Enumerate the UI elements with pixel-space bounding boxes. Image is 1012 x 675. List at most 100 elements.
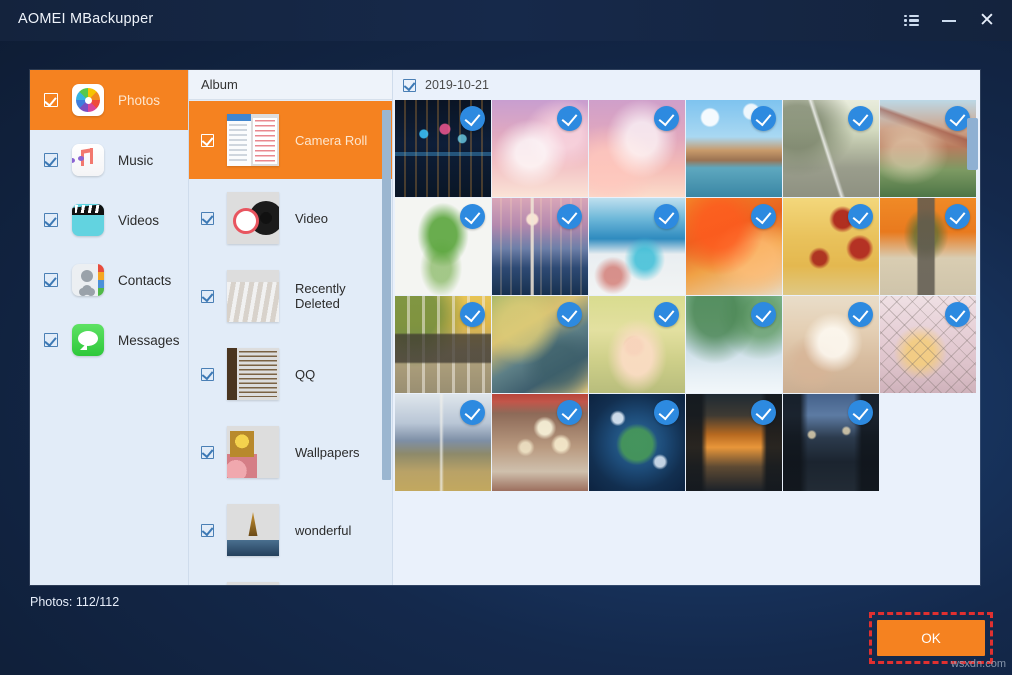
ok-button[interactable]: OK <box>877 620 985 656</box>
album-item-camera-roll[interactable]: Camera Roll <box>189 101 392 179</box>
sidebar-item-music[interactable]: Music <box>30 130 188 190</box>
photo-thumbnail[interactable] <box>395 198 491 295</box>
photo-grid-panel: 2019-10-21 <box>392 70 980 585</box>
photo-checkmark[interactable] <box>848 302 873 327</box>
album-thumbnail <box>227 426 279 478</box>
album-item-partial[interactable] <box>189 569 392 585</box>
close-icon[interactable]: ✕ <box>968 0 1006 41</box>
photo-thumbnail[interactable] <box>783 394 879 491</box>
title-bar: AOMEI MBackupper ✕ <box>0 0 1012 41</box>
checkbox-video[interactable] <box>201 212 214 225</box>
photo-thumbnail[interactable] <box>395 296 491 393</box>
checkbox-photos[interactable] <box>44 93 58 107</box>
photo-checkmark[interactable] <box>945 204 970 229</box>
album-item-label: Video <box>295 211 328 226</box>
window-controls: ✕ <box>892 0 1006 41</box>
album-item-qq[interactable]: QQ <box>189 335 392 413</box>
checkbox-qq[interactable] <box>201 368 214 381</box>
photo-thumbnail[interactable] <box>492 100 588 197</box>
photo-checkmark[interactable] <box>460 204 485 229</box>
album-thumbnail <box>227 192 279 244</box>
album-column: Album Camera Roll Video Recently Deleted <box>188 70 392 585</box>
photo-thumbnail[interactable] <box>589 198 685 295</box>
photo-checkmark[interactable] <box>557 302 582 327</box>
album-item-wonderful[interactable]: wonderful <box>189 491 392 569</box>
watermark: wsxdn.com <box>951 658 1006 670</box>
photo-thumbnail[interactable] <box>880 198 976 295</box>
checkbox-music[interactable] <box>44 153 58 167</box>
photo-checkmark[interactable] <box>460 302 485 327</box>
checkbox-videos[interactable] <box>44 213 58 227</box>
album-item-video[interactable]: Video <box>189 179 392 257</box>
photo-checkmark[interactable] <box>654 400 679 425</box>
list-view-icon[interactable] <box>892 0 930 41</box>
album-thumbnail <box>227 504 279 556</box>
album-header: Album <box>189 70 392 100</box>
minimize-icon[interactable] <box>930 0 968 41</box>
photo-thumbnail[interactable] <box>686 394 782 491</box>
sidebar-item-label: Messages <box>118 333 180 348</box>
photo-thumbnail[interactable] <box>492 296 588 393</box>
photo-thumbnail[interactable] <box>589 296 685 393</box>
minimize-glyph <box>942 20 956 22</box>
photo-checkmark[interactable] <box>557 106 582 131</box>
album-scrollbar[interactable] <box>382 110 391 480</box>
photo-thumbnail[interactable] <box>686 198 782 295</box>
sidebar-item-videos[interactable]: Videos <box>30 190 188 250</box>
photo-checkmark[interactable] <box>557 400 582 425</box>
photo-thumbnail[interactable] <box>589 394 685 491</box>
album-thumbnail <box>227 114 279 166</box>
sidebar-item-label: Music <box>118 153 153 168</box>
photo-thumbnail[interactable] <box>686 296 782 393</box>
sidebar-item-messages[interactable]: Messages <box>30 310 188 370</box>
photo-checkmark[interactable] <box>460 400 485 425</box>
checkbox-recently-deleted[interactable] <box>201 290 214 303</box>
checkbox-wallpapers[interactable] <box>201 446 214 459</box>
album-item-label: Wallpapers <box>295 445 360 460</box>
checkbox-contacts[interactable] <box>44 273 58 287</box>
photo-checkmark[interactable] <box>654 204 679 229</box>
photo-checkmark[interactable] <box>848 204 873 229</box>
photo-checkmark[interactable] <box>751 106 776 131</box>
checkbox-messages[interactable] <box>44 333 58 347</box>
photo-thumbnail[interactable] <box>589 100 685 197</box>
sidebar-item-contacts[interactable]: Contacts <box>30 250 188 310</box>
photos-icon <box>72 84 104 116</box>
photo-thumbnail[interactable] <box>395 100 491 197</box>
album-item-recently-deleted[interactable]: Recently Deleted <box>189 257 392 335</box>
photo-count-status: Photos: 112/112 <box>30 595 119 609</box>
checkbox-date-group[interactable] <box>403 79 416 92</box>
photo-checkmark[interactable] <box>654 106 679 131</box>
photo-thumbnail[interactable] <box>783 100 879 197</box>
photo-checkmark[interactable] <box>751 204 776 229</box>
photo-thumbnail[interactable] <box>492 394 588 491</box>
photo-checkmark[interactable] <box>460 106 485 131</box>
photo-thumbnail[interactable] <box>880 100 976 197</box>
photo-grid-scrollbar[interactable] <box>967 118 978 170</box>
photo-checkmark[interactable] <box>945 302 970 327</box>
photo-thumbnail[interactable] <box>783 198 879 295</box>
album-thumbnail <box>227 348 279 400</box>
photo-checkmark[interactable] <box>848 106 873 131</box>
album-item-wallpapers[interactable]: Wallpapers <box>189 413 392 491</box>
checkbox-camera-roll[interactable] <box>201 134 214 147</box>
application-window: AOMEI MBackupper ✕ Photos <box>0 0 1012 675</box>
list-glyph <box>904 15 919 27</box>
photo-thumbnail[interactable] <box>395 394 491 491</box>
date-group-label: 2019-10-21 <box>425 78 489 92</box>
photo-checkmark[interactable] <box>557 204 582 229</box>
photo-thumbnail[interactable] <box>492 198 588 295</box>
contacts-icon <box>72 264 104 296</box>
photo-thumbnail[interactable] <box>686 100 782 197</box>
photo-thumbnail[interactable] <box>880 296 976 393</box>
photo-thumbnail[interactable] <box>783 296 879 393</box>
photo-checkmark[interactable] <box>751 302 776 327</box>
date-group-header[interactable]: 2019-10-21 <box>393 70 980 100</box>
sidebar-item-photos[interactable]: Photos <box>30 70 188 130</box>
photo-checkmark[interactable] <box>751 400 776 425</box>
photo-checkmark[interactable] <box>654 302 679 327</box>
checkbox-wonderful[interactable] <box>201 524 214 537</box>
sidebar-item-label: Videos <box>118 213 159 228</box>
photo-checkmark[interactable] <box>848 400 873 425</box>
album-list: Camera Roll Video Recently Deleted QQ <box>189 101 392 585</box>
